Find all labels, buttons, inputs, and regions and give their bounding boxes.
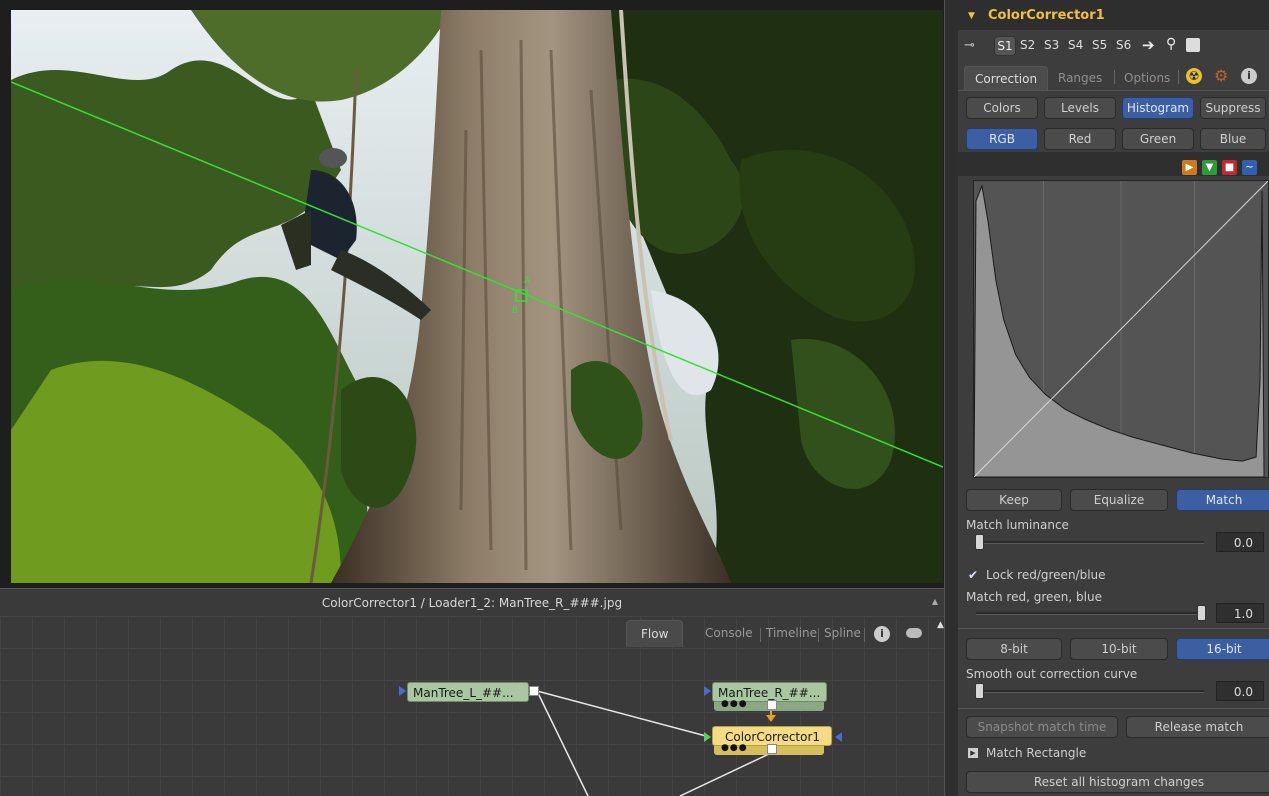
viewer-status-label: ColorCorrector1 / Loader1_2: ManTree_R_#… xyxy=(321,596,623,610)
equalize-button[interactable]: Equalize xyxy=(1070,489,1168,511)
tab-separator xyxy=(1114,70,1115,84)
tab-ranges[interactable]: Ranges xyxy=(1058,66,1102,90)
match-rgb-value[interactable]: 1.0 xyxy=(1216,603,1264,623)
16bit-button[interactable]: 16-bit xyxy=(1176,638,1269,660)
lock-checkbox[interactable]: ✔ xyxy=(968,568,978,582)
play-icon[interactable]: ▶ xyxy=(1182,160,1197,175)
tool-controls-panel: ▼ ColorCorrector1 ⊸ S1 S2 S3 S4 S5 S6 ➔ … xyxy=(958,0,1269,796)
section-divider xyxy=(958,708,1269,709)
match-luminance-knob[interactable] xyxy=(975,534,984,550)
node-input-icon[interactable] xyxy=(704,686,711,696)
section-divider xyxy=(958,628,1269,629)
tool-header[interactable]: ▼ ColorCorrector1 xyxy=(958,0,1269,30)
tab-underline xyxy=(958,90,1269,91)
node-output-port[interactable] xyxy=(767,744,777,754)
tool-title: ColorCorrector1 xyxy=(988,8,1105,23)
channel-rgb-button[interactable]: RGB xyxy=(966,128,1038,150)
info-icon[interactable]: i xyxy=(1241,68,1257,84)
match-rgb-slider[interactable] xyxy=(976,612,1204,615)
lock-checkbox-label[interactable]: Lock red/green/blue xyxy=(986,568,1106,582)
pick-icon[interactable]: ⚲ xyxy=(1166,36,1176,52)
color-corrector-node-label: ColorCorrector1 xyxy=(725,730,821,744)
node-output-port[interactable] xyxy=(767,700,777,710)
pin-icon[interactable]: ⊸ xyxy=(964,38,975,53)
apply-arrow-icon[interactable]: ➔ xyxy=(1142,36,1155,54)
channel-red-button[interactable]: Red xyxy=(1044,128,1116,150)
keep-button[interactable]: Keep xyxy=(966,489,1062,511)
smooth-slider[interactable] xyxy=(976,690,1204,693)
node-status-dots: ●●● xyxy=(721,699,748,709)
release-match-button[interactable]: Release match xyxy=(1126,716,1269,738)
node-status-dots: ●●● xyxy=(721,743,748,753)
viewer-status-bar: ColorCorrector1 / Loader1_2: ManTree_R_#… xyxy=(0,588,944,617)
stop-icon[interactable]: ■ xyxy=(1222,160,1237,175)
radiation-icon[interactable]: ☢ xyxy=(1186,68,1202,84)
collapse-icon[interactable]: ▼ xyxy=(968,11,975,21)
loader-node-left[interactable]: ManTree_L_##... xyxy=(407,682,529,702)
match-rgb-label: Match red, green, blue xyxy=(966,590,1102,604)
colors-button[interactable]: Colors xyxy=(966,97,1038,119)
curve-icon[interactable]: ~ xyxy=(1242,160,1257,175)
scene-s4[interactable]: S4 xyxy=(1068,38,1083,52)
gear-icon[interactable]: ⚙ xyxy=(1214,66,1228,85)
levels-button[interactable]: Levels xyxy=(1044,97,1116,119)
tab-options[interactable]: Options xyxy=(1124,66,1170,90)
tab-separator xyxy=(1178,70,1179,84)
scene-s5[interactable]: S5 xyxy=(1092,38,1107,52)
viewer-image[interactable]: A B xyxy=(11,10,943,583)
match-rectangle-label[interactable]: Match Rectangle xyxy=(986,746,1086,760)
smooth-label: Smooth out correction curve xyxy=(966,667,1138,681)
scene-s6[interactable]: S6 xyxy=(1116,38,1131,52)
node-input-icon[interactable] xyxy=(704,732,711,742)
node-input-icon[interactable] xyxy=(399,686,406,696)
histogram-graph[interactable] xyxy=(973,180,1269,478)
histogram-button[interactable]: Histogram xyxy=(1122,97,1194,119)
suppress-button[interactable]: Suppress xyxy=(1200,97,1266,119)
match-button[interactable]: Match xyxy=(1176,489,1269,511)
match-luminance-label: Match luminance xyxy=(966,518,1069,532)
scene-s2[interactable]: S2 xyxy=(1020,38,1035,52)
match-luminance-value[interactable]: 0.0 xyxy=(1216,532,1264,552)
reset-histogram-button[interactable]: Reset all histogram changes xyxy=(966,771,1269,793)
save-icon[interactable] xyxy=(1186,38,1200,52)
channel-blue-button[interactable]: Blue xyxy=(1200,128,1266,150)
tab-correction[interactable]: Correction xyxy=(964,66,1049,91)
resize-corner-icon[interactable]: ▲ xyxy=(932,597,938,606)
marker-b-label: B xyxy=(512,306,518,316)
snapshot-match-time-button[interactable]: Snapshot match time xyxy=(966,716,1118,738)
smooth-knob[interactable] xyxy=(975,683,984,699)
flow-editor[interactable]: Flow Console Timeline Spline i ▲ ManTree… xyxy=(0,616,944,796)
match-rgb-knob[interactable] xyxy=(1197,605,1206,621)
image-viewer[interactable]: A B xyxy=(0,0,944,588)
down-arrow-icon[interactable]: ▼ xyxy=(1202,160,1217,175)
loader-node-right-label: ManTree_R_##... xyxy=(718,686,821,700)
8bit-button[interactable]: 8-bit xyxy=(966,638,1062,660)
scene-s1[interactable]: S1 xyxy=(994,36,1016,56)
channel-green-button[interactable]: Green xyxy=(1122,128,1194,150)
marker-a-label: A xyxy=(524,276,531,286)
node-mask-input-icon[interactable] xyxy=(835,732,842,742)
smooth-value[interactable]: 0.0 xyxy=(1216,681,1264,701)
node-output-port[interactable] xyxy=(529,686,539,696)
loader-node-left-label: ManTree_L_##... xyxy=(413,686,514,700)
match-luminance-slider[interactable] xyxy=(976,541,1204,544)
expand-match-rectangle-icon[interactable]: ▶ xyxy=(968,748,978,758)
10bit-button[interactable]: 10-bit xyxy=(1070,638,1168,660)
scene-s3[interactable]: S3 xyxy=(1044,38,1059,52)
